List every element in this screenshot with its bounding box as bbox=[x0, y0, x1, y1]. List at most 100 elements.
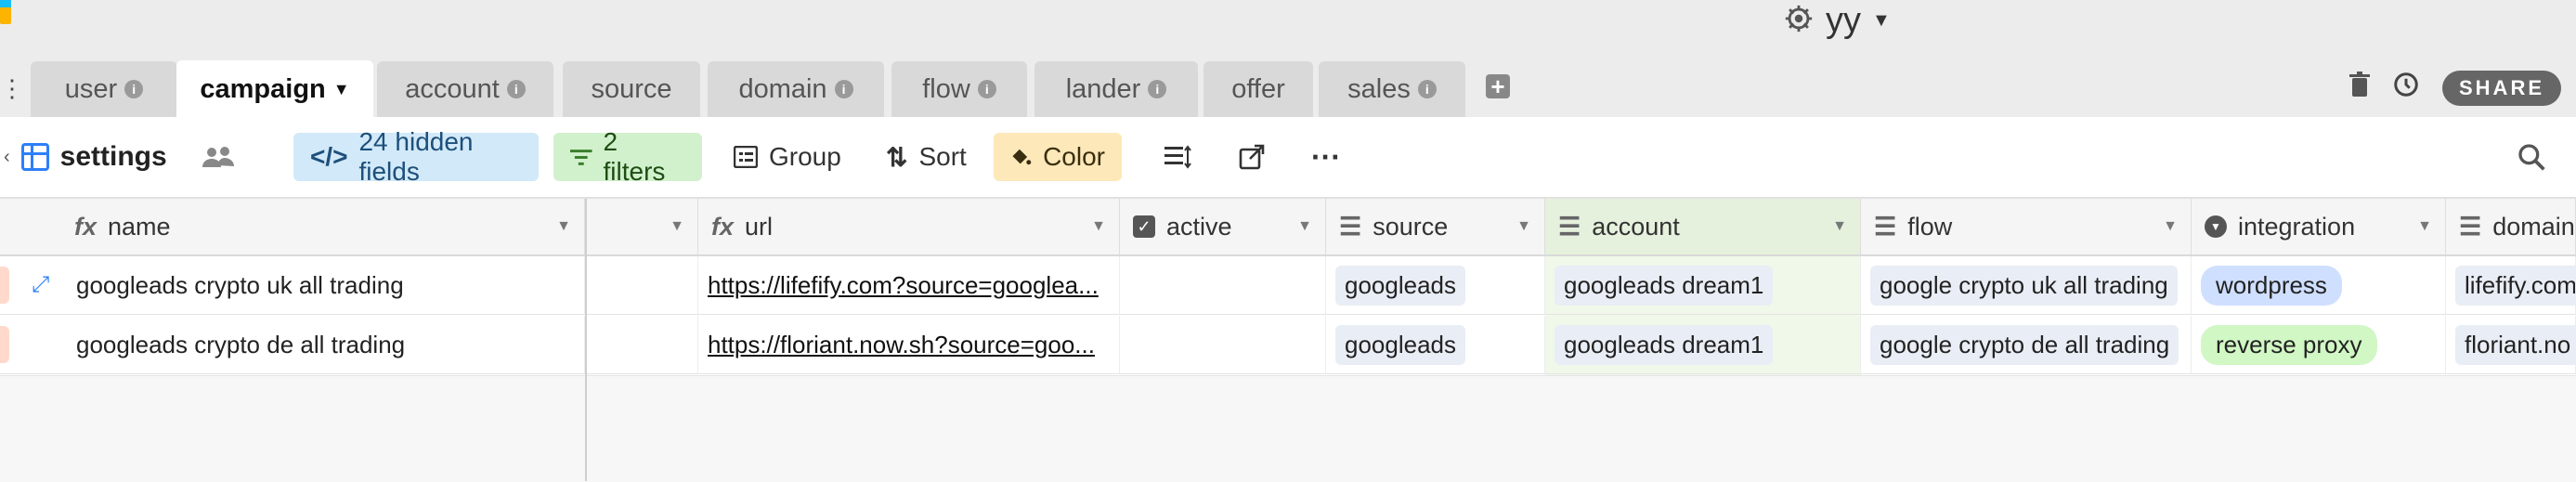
cell-hidden[interactable] bbox=[587, 316, 698, 373]
linked-record-pill[interactable]: lifefify.com bbox=[2455, 265, 2575, 306]
history-icon[interactable] bbox=[2392, 71, 2420, 106]
user-name[interactable]: yy bbox=[1826, 1, 1861, 41]
cell-flow[interactable]: google crypto uk all trading bbox=[1861, 256, 2192, 314]
linked-record-pill[interactable]: googleads bbox=[1335, 324, 1465, 365]
color-button[interactable]: Color bbox=[994, 133, 1122, 181]
more-options-icon[interactable]: ··· bbox=[1295, 133, 1358, 181]
grid-empty-area[interactable] bbox=[0, 375, 2576, 482]
info-icon[interactable]: i bbox=[977, 80, 996, 98]
tab-source[interactable]: source bbox=[563, 61, 700, 117]
share-button[interactable]: SHARE bbox=[2442, 71, 2562, 106]
info-icon[interactable]: i bbox=[1417, 80, 1437, 98]
column-header-flow[interactable]: ☰ flow ▼ bbox=[1861, 199, 2192, 254]
column-header-url[interactable]: fx url ▼ bbox=[698, 199, 1120, 254]
cell-url[interactable]: https://floriant.now.sh?source=goo... bbox=[698, 316, 1120, 373]
chevron-down-icon[interactable]: ▼ bbox=[1832, 218, 1847, 235]
url-link[interactable]: https://floriant.now.sh?source=goo... bbox=[708, 331, 1095, 359]
linked-record-pill[interactable]: floriant.no bbox=[2455, 324, 2575, 365]
tab-sales[interactable]: sales i bbox=[1319, 61, 1465, 117]
cell-url[interactable]: https://lifefify.com?source=googlea... bbox=[698, 256, 1120, 314]
column-source-label: source bbox=[1373, 212, 1449, 241]
tab-offer[interactable]: offer bbox=[1203, 61, 1313, 117]
trash-icon[interactable] bbox=[2349, 72, 2370, 105]
cell-integration[interactable]: reverse proxy bbox=[2192, 316, 2446, 373]
gear-icon[interactable] bbox=[1783, 3, 1815, 39]
sort-label: Sort bbox=[918, 142, 967, 171]
select-option-pill[interactable]: wordpress bbox=[2201, 265, 2342, 306]
chevron-down-icon[interactable]: ▼ bbox=[333, 80, 350, 99]
info-icon[interactable]: i bbox=[124, 80, 144, 98]
records-grid: fx name ▼ ▼ fx url ▼ ✓ active ▼ ☰ source… bbox=[0, 199, 2576, 482]
column-account-label: account bbox=[1592, 212, 1680, 241]
row-color-marker bbox=[0, 326, 9, 363]
filter-button[interactable]: 2 filters bbox=[553, 127, 702, 186]
url-link[interactable]: https://lifefify.com?source=googlea... bbox=[708, 271, 1099, 300]
info-icon[interactable]: i bbox=[1148, 80, 1167, 98]
column-header-domain[interactable]: ☰ domain bbox=[2446, 199, 2576, 254]
link-field-icon: ☰ bbox=[1874, 212, 1897, 241]
frozen-column-divider[interactable] bbox=[585, 199, 587, 481]
hidden-fields-button[interactable]: </> 24 hidden fields bbox=[293, 127, 539, 186]
column-header-active[interactable]: ✓ active ▼ bbox=[1120, 199, 1326, 254]
sort-button[interactable]: ⇅ Sort bbox=[869, 133, 983, 181]
chevron-down-icon[interactable]: ▼ bbox=[1872, 10, 1891, 32]
tab-label: sales bbox=[1347, 73, 1411, 104]
cell-name[interactable]: googleads crypto de all trading bbox=[67, 316, 585, 373]
cell-flow[interactable]: google crypto de all trading bbox=[1861, 316, 2192, 373]
tab-campaign[interactable]: campaign ▼ bbox=[176, 60, 373, 118]
column-header-source[interactable]: ☰ source ▼ bbox=[1326, 199, 1545, 254]
column-header-account[interactable]: ☰ account ▼ bbox=[1545, 199, 1861, 254]
group-button[interactable]: Group bbox=[717, 133, 858, 181]
share-view-icon[interactable] bbox=[1222, 133, 1281, 181]
linked-record-pill[interactable]: googleads dream1 bbox=[1555, 324, 1774, 365]
tab-account[interactable]: account i bbox=[377, 61, 553, 117]
tab-flow[interactable]: flow i bbox=[891, 61, 1027, 117]
chevron-down-icon[interactable]: ▼ bbox=[1297, 218, 1312, 235]
hidden-fields-label: 24 hidden fields bbox=[358, 127, 474, 186]
chevron-down-icon[interactable]: ▼ bbox=[1091, 218, 1106, 235]
chevron-down-icon[interactable]: ▼ bbox=[2417, 218, 2432, 235]
tab-domain[interactable]: domain i bbox=[708, 61, 884, 117]
group-label: Group bbox=[769, 142, 841, 171]
cell-active[interactable] bbox=[1120, 316, 1326, 373]
collaborators-icon[interactable] bbox=[186, 133, 253, 181]
table-row[interactable]: ⤢ googleads crypto uk all trading https:… bbox=[0, 256, 2576, 315]
chevron-down-icon[interactable]: ▼ bbox=[1516, 218, 1531, 235]
tab-user[interactable]: user i bbox=[31, 61, 177, 117]
cell-source[interactable]: googleads bbox=[1326, 256, 1545, 314]
add-table-icon[interactable]: + bbox=[1486, 74, 1510, 98]
column-integration-label: integration bbox=[2238, 212, 2356, 241]
linked-record-pill[interactable]: google crypto uk all trading bbox=[1870, 265, 2178, 306]
linked-record-pill[interactable]: google crypto de all trading bbox=[1870, 324, 2179, 365]
cell-source[interactable]: googleads bbox=[1326, 316, 1545, 373]
column-header-integration[interactable]: ▼ integration ▼ bbox=[2192, 199, 2446, 254]
cell-name[interactable]: googleads crypto uk all trading bbox=[67, 256, 585, 314]
user-menu[interactable]: yy ▼ bbox=[1783, 0, 1891, 41]
info-icon[interactable]: i bbox=[506, 80, 526, 98]
cell-hidden[interactable] bbox=[587, 256, 698, 314]
column-header-hidden[interactable]: ▼ bbox=[587, 199, 698, 254]
search-icon[interactable] bbox=[2500, 133, 2563, 181]
cell-domain[interactable]: lifefify.com bbox=[2446, 256, 2576, 314]
column-name-label: name bbox=[108, 212, 171, 241]
cell-account[interactable]: googleads dream1 bbox=[1545, 256, 1861, 314]
select-option-pill[interactable]: reverse proxy bbox=[2201, 324, 2377, 365]
column-header-name[interactable]: fx name ▼ bbox=[0, 199, 585, 254]
chevron-down-icon[interactable]: ▼ bbox=[670, 218, 684, 235]
view-switcher[interactable]: ‹ settings bbox=[4, 133, 184, 181]
linked-record-pill[interactable]: googleads bbox=[1335, 265, 1465, 306]
table-row[interactable]: googleads crypto de all trading https://… bbox=[0, 316, 2576, 374]
cell-account[interactable]: googleads dream1 bbox=[1545, 316, 1861, 373]
view-toolbar: ‹ settings </> 24 hidden fields 2 filter… bbox=[0, 117, 2576, 199]
cell-domain[interactable]: floriant.no bbox=[2446, 316, 2576, 373]
chevron-down-icon[interactable]: ▼ bbox=[556, 218, 571, 235]
row-color-marker bbox=[0, 267, 9, 304]
collapse-sidebar-icon[interactable]: ‹ bbox=[4, 147, 10, 168]
row-height-icon[interactable] bbox=[1148, 133, 1209, 181]
linked-record-pill[interactable]: googleads dream1 bbox=[1555, 265, 1774, 306]
chevron-down-icon[interactable]: ▼ bbox=[2163, 218, 2178, 235]
cell-integration[interactable]: wordpress bbox=[2192, 256, 2446, 314]
info-icon[interactable]: i bbox=[834, 80, 853, 98]
cell-active[interactable] bbox=[1120, 256, 1326, 314]
tab-lander[interactable]: lander i bbox=[1034, 61, 1198, 117]
